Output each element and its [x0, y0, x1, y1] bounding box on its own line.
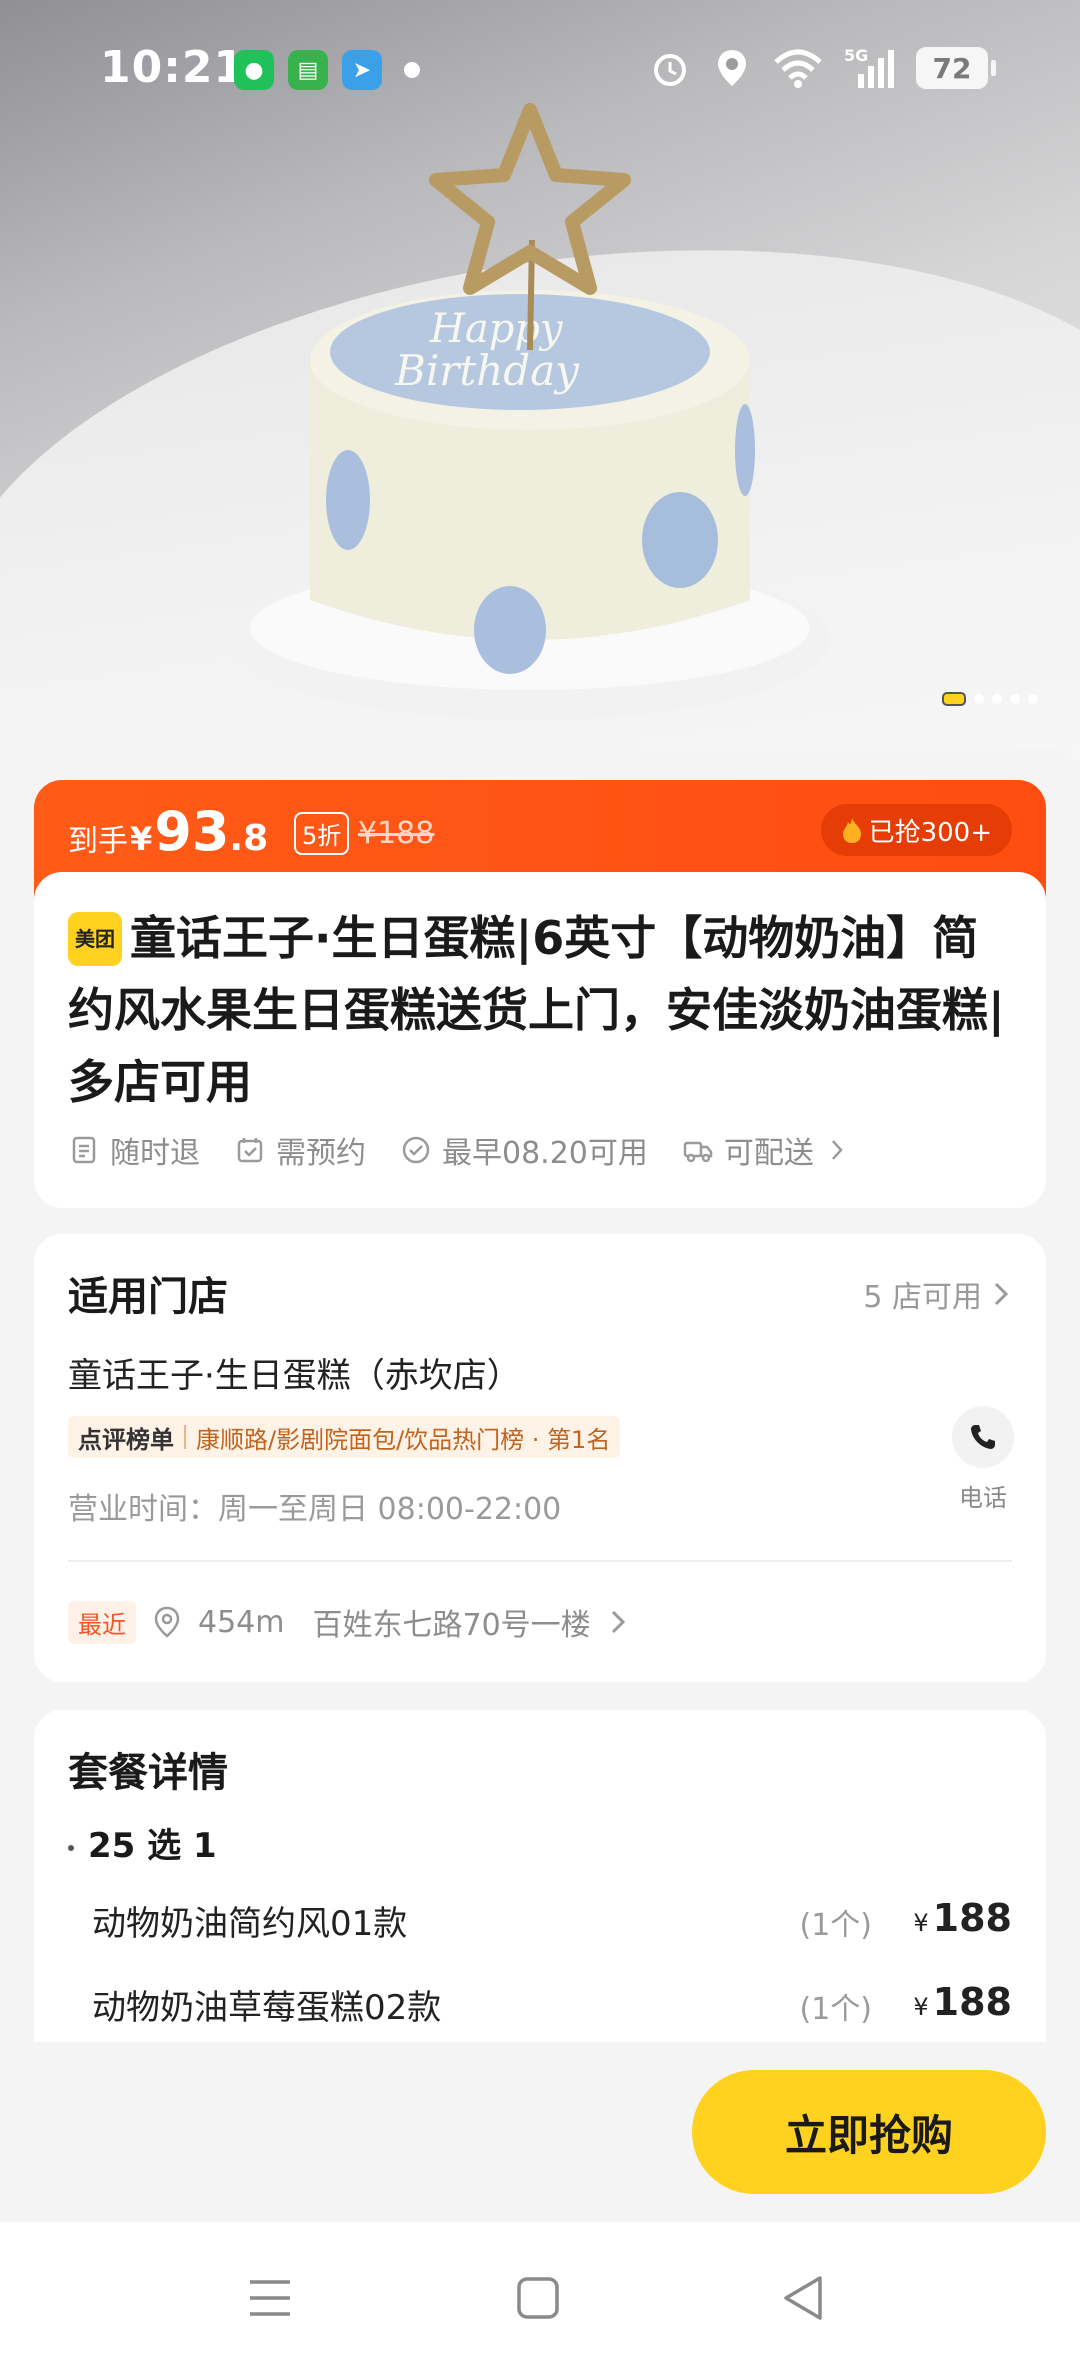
product-image-carousel[interactable]: Happy Birthday 10:21 ● ▤ ➤ 5G 72: [0, 0, 1080, 760]
tag-delivery[interactable]: 可配送: [682, 1128, 850, 1172]
clock: 10:21: [100, 42, 246, 93]
tag-earliest-date: 最早08.20可用: [400, 1128, 648, 1172]
svg-text:Birthday: Birthday: [394, 346, 580, 395]
business-hours: 营业时间：周一至周日 08:00-22:00: [68, 1492, 562, 1527]
store-card: 适用门店 5 店可用 童话王子·生日蛋糕（赤坎店） 点评榜单 康顺路/影剧院面包/…: [34, 1234, 1046, 1682]
store-name[interactable]: 童话王子·生日蛋糕（赤坎店）: [68, 1348, 521, 1397]
product-title: 美团 童话王子·生日蛋糕|6英寸【动物奶油】简约风水果生日蛋糕送货上门，安佳淡奶油…: [68, 911, 1005, 1109]
tag-refund: 随时退: [68, 1128, 200, 1172]
delivery-truck-icon: [683, 1141, 713, 1163]
wechat-icon: ●: [234, 50, 274, 90]
chevron-right-icon: [994, 1282, 1009, 1306]
meituan-badge: 美团: [68, 912, 122, 966]
package-details-card: 套餐详情 25 选 1 动物奶油简约风01款 (1个) ¥188 动物奶油草莓蛋…: [34, 1710, 1046, 2050]
stores-section-title: 适用门店: [68, 1274, 228, 1320]
chevron-right-icon: [831, 1140, 843, 1160]
fire-icon: [842, 818, 861, 843]
buy-now-button[interactable]: 立即抢购: [692, 2070, 1046, 2194]
chevron-right-icon: [611, 1610, 625, 1634]
final-price: ¥93.8: [130, 800, 269, 863]
package-section-title: 套餐详情: [68, 1750, 228, 1796]
store-address-row[interactable]: 最近 454m 百姓东七路70号一楼: [68, 1600, 629, 1644]
location-icon: [718, 50, 746, 86]
final-price-label: 到手: [68, 824, 128, 859]
nearest-badge: 最近: [68, 1600, 136, 1644]
back-icon[interactable]: [776, 2270, 832, 2326]
package-item: 动物奶油简约风01款 (1个) ¥188: [92, 1896, 1012, 1944]
calendar-check-icon: [237, 1138, 263, 1163]
all-stores-link[interactable]: 5 店可用: [863, 1272, 1012, 1316]
phone-icon: [971, 1425, 995, 1449]
tag-reservation: 需预约: [234, 1128, 366, 1172]
store-address: 百姓东七路70号一楼: [312, 1608, 591, 1643]
bottom-action-bar: 立即抢购: [0, 2042, 1080, 2222]
check-circle-icon: [402, 1136, 430, 1164]
call-button[interactable]: 电话: [952, 1406, 1014, 1513]
status-bar: 10:21 ● ▤ ➤ 5G 72: [0, 0, 1080, 140]
location-pin-icon: [154, 1606, 180, 1638]
sold-count-badge: 已抢300+: [820, 804, 1012, 856]
telegram-icon: ➤: [342, 50, 382, 90]
carousel-indicator: [942, 692, 1038, 706]
ranking-badge[interactable]: 点评榜单 康顺路/影剧院面包/饮品热门榜 · 第1名: [68, 1416, 621, 1458]
service-tags[interactable]: 随时退 需预约 最早08.20可用 可配送: [68, 1128, 850, 1172]
notification-dot: [404, 62, 420, 78]
cellular-signal-icon: 5G: [844, 46, 896, 90]
document-icon: [72, 1136, 96, 1164]
original-price: ¥188: [358, 816, 435, 851]
wifi-icon: [774, 49, 822, 88]
battery-icon: 72: [916, 47, 996, 89]
system-navigation-bar: [0, 2222, 1080, 2373]
discount-badge: 5折: [294, 812, 350, 855]
store-distance: 454m: [198, 1604, 285, 1640]
home-icon[interactable]: [510, 2270, 566, 2326]
alarm-icon: [654, 54, 686, 86]
menu-icon[interactable]: [242, 2270, 298, 2326]
messages-icon: ▤: [288, 50, 328, 90]
product-info-card: 美团 童话王子·生日蛋糕|6英寸【动物奶油】简约风水果生日蛋糕送货上门，安佳淡奶油…: [34, 872, 1046, 1208]
package-item: 动物奶油草莓蛋糕02款 (1个) ¥188: [92, 1980, 1012, 2028]
divider: [68, 1560, 1012, 1562]
package-option-count: 25 选 1: [68, 1818, 217, 1867]
